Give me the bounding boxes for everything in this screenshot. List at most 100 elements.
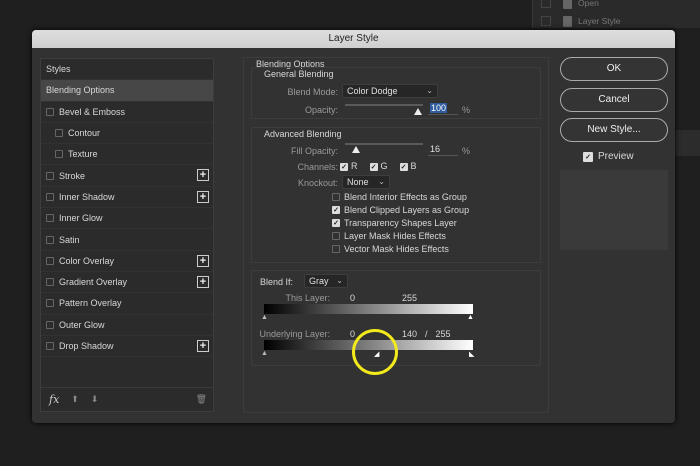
option-checkbox[interactable]: ✓ Blend Clipped Layers as Group xyxy=(332,205,469,215)
this-layer-black-slider[interactable]: ▲ xyxy=(261,314,268,321)
style-item-label: Gradient Overlay xyxy=(59,277,128,288)
this-layer-gradient xyxy=(264,304,473,314)
chevron-down-icon: ⌄ xyxy=(378,177,385,186)
add-icon[interactable]: + xyxy=(197,275,209,288)
checkbox[interactable] xyxy=(55,129,63,138)
style-item-label: Inner Glow xyxy=(59,213,103,224)
blend-mode-label: Blend Mode: xyxy=(287,87,338,97)
checkbox[interactable] xyxy=(46,256,54,265)
checkbox[interactable] xyxy=(46,192,54,201)
checkbox xyxy=(332,232,340,240)
style-item-label: Color Overlay xyxy=(59,255,115,266)
style-item-pattern-overlay[interactable]: Pattern Overlay xyxy=(41,293,213,315)
option-checkbox[interactable]: Vector Mask Hides Effects xyxy=(332,244,449,254)
style-item-inner-shadow[interactable]: Inner Shadow + xyxy=(41,187,213,209)
style-item-label: Satin xyxy=(59,234,80,245)
chevron-down-icon: ⌄ xyxy=(426,86,433,95)
knockout-value: None xyxy=(347,177,369,187)
option-checkbox[interactable]: Blend Interior Effects as Group xyxy=(332,192,467,202)
underlying-high: 255 xyxy=(435,329,451,339)
styles-list: Styles Blending Options Bevel & Emboss Con… xyxy=(40,58,214,412)
fill-opacity-unit: % xyxy=(462,146,471,156)
channel-r-checkbox[interactable]: ✓ R xyxy=(340,161,358,171)
style-item-drop-shadow[interactable]: Drop Shadow + xyxy=(41,336,213,358)
blend-if-select[interactable]: Gray ⌄ xyxy=(304,274,348,288)
add-icon[interactable]: + xyxy=(197,254,209,267)
styles-label: Styles xyxy=(46,64,71,75)
opacity-unit: % xyxy=(462,105,471,115)
cancel-button[interactable]: Cancel xyxy=(560,88,668,112)
style-item-texture[interactable]: Texture xyxy=(41,144,213,166)
checkbox: ✓ xyxy=(332,219,340,227)
this-layer-white-slider[interactable]: ▲ xyxy=(467,314,474,321)
option-checkbox[interactable]: Layer Mask Hides Effects xyxy=(332,231,446,241)
document-icon xyxy=(563,15,572,27)
checkbox[interactable] xyxy=(46,214,54,223)
history-item[interactable]: Layer Style xyxy=(541,14,621,28)
style-item-inner-glow[interactable]: Inner Glow xyxy=(41,208,213,230)
checkbox[interactable] xyxy=(46,235,54,244)
style-item-outer-glow[interactable]: Outer Glow xyxy=(41,315,213,336)
option-label: Blend Clipped Layers as Group xyxy=(344,205,470,215)
style-item-satin[interactable]: Satin xyxy=(41,229,213,251)
move-down-icon[interactable]: ⬇ xyxy=(91,394,99,405)
opacity-slider-thumb[interactable] xyxy=(414,108,422,115)
style-item-label: Drop Shadow xyxy=(59,341,114,351)
ok-button[interactable]: OK xyxy=(560,57,668,81)
add-icon[interactable]: + xyxy=(197,190,209,203)
preview-label: Preview xyxy=(598,151,634,162)
preview-swatch xyxy=(560,170,668,250)
style-item-blending-options[interactable]: Blending Options xyxy=(41,80,213,102)
style-item-bevel-emboss[interactable]: Bevel & Emboss xyxy=(41,102,213,123)
general-blending-title: General Blending xyxy=(264,69,334,79)
highlight-circle xyxy=(352,329,398,375)
style-item-gradient-overlay[interactable]: Gradient Overlay + xyxy=(41,272,213,294)
style-item-stroke[interactable]: Stroke + xyxy=(41,165,213,187)
history-item[interactable]: Open xyxy=(541,0,599,10)
style-item-color-overlay[interactable]: Color Overlay + xyxy=(41,251,213,272)
channel-b-checkbox[interactable]: ✓ B xyxy=(399,161,417,171)
option-label: Transparency Shapes Layer xyxy=(344,218,457,228)
checkbox: ✓ xyxy=(332,206,340,214)
knockout-select[interactable]: None ⌄ xyxy=(342,175,390,189)
fill-opacity-label: Fill Opacity: xyxy=(290,146,338,156)
option-label: Blend Interior Effects as Group xyxy=(344,192,467,202)
style-item-contour[interactable]: Contour xyxy=(41,123,213,145)
fill-opacity-input[interactable]: 16 xyxy=(428,144,458,156)
history-label: Open xyxy=(578,0,599,8)
underlying-low: 0 xyxy=(350,329,356,339)
style-item-label: Pattern Overlay xyxy=(59,298,122,309)
new-style-button[interactable]: New Style... xyxy=(560,118,668,142)
checkbox[interactable] xyxy=(46,320,54,329)
trash-icon[interactable]: 🗑 xyxy=(196,394,207,405)
background-panel-strip xyxy=(672,130,700,156)
this-layer-low: 0 xyxy=(350,293,356,303)
style-item-label: Bevel & Emboss xyxy=(59,106,126,117)
checkbox[interactable] xyxy=(46,342,54,350)
blend-mode-select[interactable]: Color Dodge ⌄ xyxy=(342,84,438,98)
advanced-blending-title: Advanced Blending xyxy=(264,129,342,139)
underlying-black-slider[interactable]: ▲ xyxy=(261,350,268,357)
opacity-slider[interactable] xyxy=(345,104,423,106)
styles-header[interactable]: Styles xyxy=(41,59,213,81)
advanced-blending-box: Advanced Blending Fill Opacity: 16 % Cha… xyxy=(251,127,541,263)
option-checkbox[interactable]: ✓ Transparency Shapes Layer xyxy=(332,218,457,228)
channel-g-checkbox[interactable]: ✓ G xyxy=(369,161,388,171)
checkbox[interactable] xyxy=(46,278,54,287)
underlying-white-split-slider-right[interactable]: ◣ xyxy=(469,350,474,358)
fx-icon[interactable]: fx xyxy=(49,393,59,406)
fill-opacity-slider[interactable] xyxy=(345,143,423,145)
checkbox[interactable] xyxy=(46,299,54,308)
add-icon[interactable]: + xyxy=(197,339,209,352)
channels-group: ✓ R ✓ G ✓ B xyxy=(340,161,417,171)
style-item-label: Stroke xyxy=(59,170,86,181)
add-icon[interactable]: + xyxy=(197,169,209,182)
fill-opacity-slider-thumb[interactable] xyxy=(352,146,360,153)
checkbox[interactable] xyxy=(55,150,63,159)
checkbox[interactable] xyxy=(46,171,54,180)
checkbox[interactable] xyxy=(46,107,54,116)
underlying-high-split: 140 xyxy=(402,329,418,339)
opacity-input[interactable]: 100 xyxy=(428,103,458,115)
preview-checkbox[interactable]: ✓ Preview xyxy=(583,151,634,162)
move-up-icon[interactable]: ⬆ xyxy=(71,394,79,405)
